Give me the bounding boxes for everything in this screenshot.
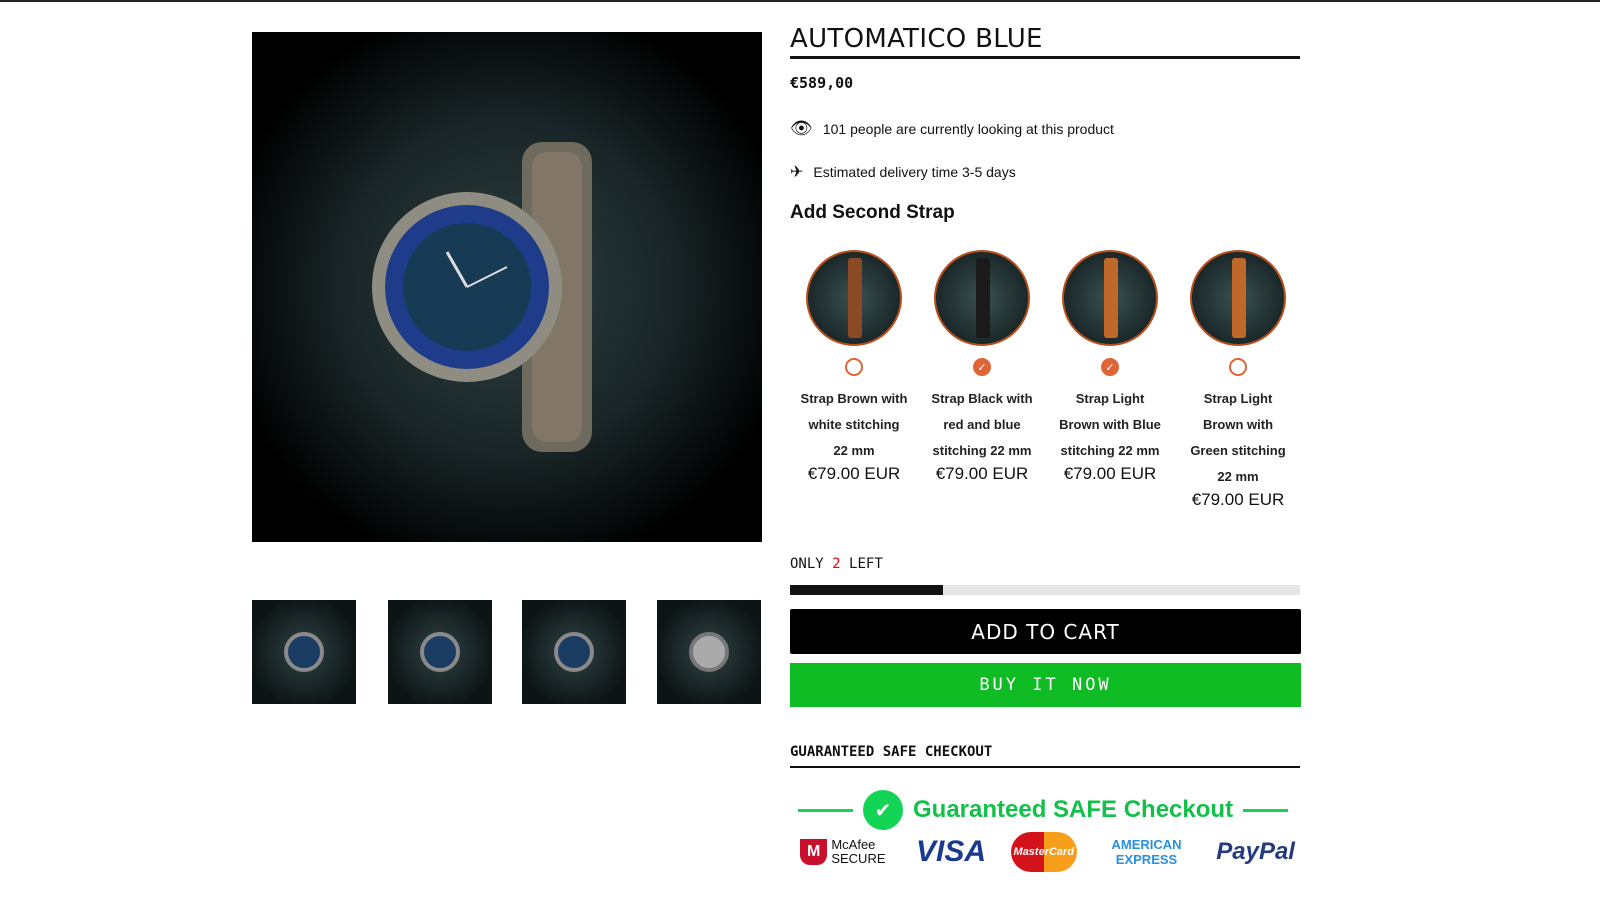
strap-image [1062,250,1158,346]
stock-text: ONLY 2 LEFT [790,556,883,572]
eye-icon: 👁 [790,118,813,138]
product-title: AUTOMATICO BLUE [790,24,1043,54]
viewers-text: 101 people are currently looking at this… [822,120,1114,137]
paypal-logo: PayPal [1216,838,1295,865]
thumbnail-2[interactable] [388,600,492,704]
strap-radio[interactable]: ✓ [1101,358,1119,376]
product-price: €589,00 [790,74,854,92]
strap-image [1190,250,1286,346]
payment-logos: M McAfee SECURE VISA MasterCard AMERICAN … [800,832,1295,872]
strap-radio[interactable] [845,358,863,376]
delivery-text: Estimated delivery time 3-5 days [813,164,1016,180]
shield-check-icon: ✔ [863,790,903,830]
strap-options: Strap Brown with white stitching 22 mm €… [790,250,1302,510]
stock-suffix: LEFT [849,556,883,572]
add-to-cart-button[interactable]: ADD TO CART [790,609,1301,654]
strap-radio[interactable] [1229,358,1247,376]
stock-progress-bar [790,585,1300,595]
visa-logo: VISA [916,835,987,868]
strap-radio[interactable]: ✓ [973,358,991,376]
strap-price: €79.00 EUR [807,464,901,483]
title-divider [790,56,1300,59]
mastercard-logo: MasterCard [1010,832,1077,872]
strap-option[interactable]: ✓ Strap Light Brown with Blue stitching … [1046,250,1174,510]
strap-image [934,250,1030,346]
strap-name: Strap Brown with white stitching 22 mm [800,391,908,458]
strap-price: €79.00 EUR [935,464,1029,483]
thumbnail-4[interactable] [657,600,761,704]
thumbnail-3[interactable] [522,600,626,704]
strap-price: €79.00 EUR [1063,464,1157,483]
straps-heading: Add Second Strap [790,202,955,223]
strap-option[interactable]: ✓ Strap Black with red and blue stitchin… [918,250,1046,510]
checkout-divider [790,766,1300,768]
airplane-icon: ✈ [790,164,804,181]
thumbnail-1[interactable] [252,600,356,704]
stock-prefix: ONLY [790,556,824,572]
safe-checkout-text: Guaranteed SAFE Checkout [913,796,1234,823]
watch-image [372,142,592,452]
strap-option[interactable]: Strap Light Brown with Green stitching 2… [1174,250,1302,510]
checkout-heading: GUARANTEED SAFE CHECKOUT [790,744,993,760]
product-main-image[interactable] [252,32,762,542]
safe-checkout-badge: ✔ Guaranteed SAFE Checkout [798,790,1288,830]
strap-image [806,250,902,346]
mcafee-logo: M McAfee SECURE [800,838,891,866]
amex-logo: AMERICAN EXPRESS [1111,837,1182,867]
buy-it-now-button[interactable]: BUY IT NOW [790,663,1301,707]
stock-progress-fill [790,585,943,595]
strap-name: Strap Black with red and blue stitching … [931,391,1033,458]
strap-price: €79.00 EUR [1191,490,1285,509]
strap-option[interactable]: Strap Brown with white stitching 22 mm €… [790,250,918,510]
strap-name: Strap Light Brown with Green stitching 2… [1190,391,1286,484]
strap-name: Strap Light Brown with Blue stitching 22… [1059,391,1161,458]
stock-count: 2 [832,556,841,572]
